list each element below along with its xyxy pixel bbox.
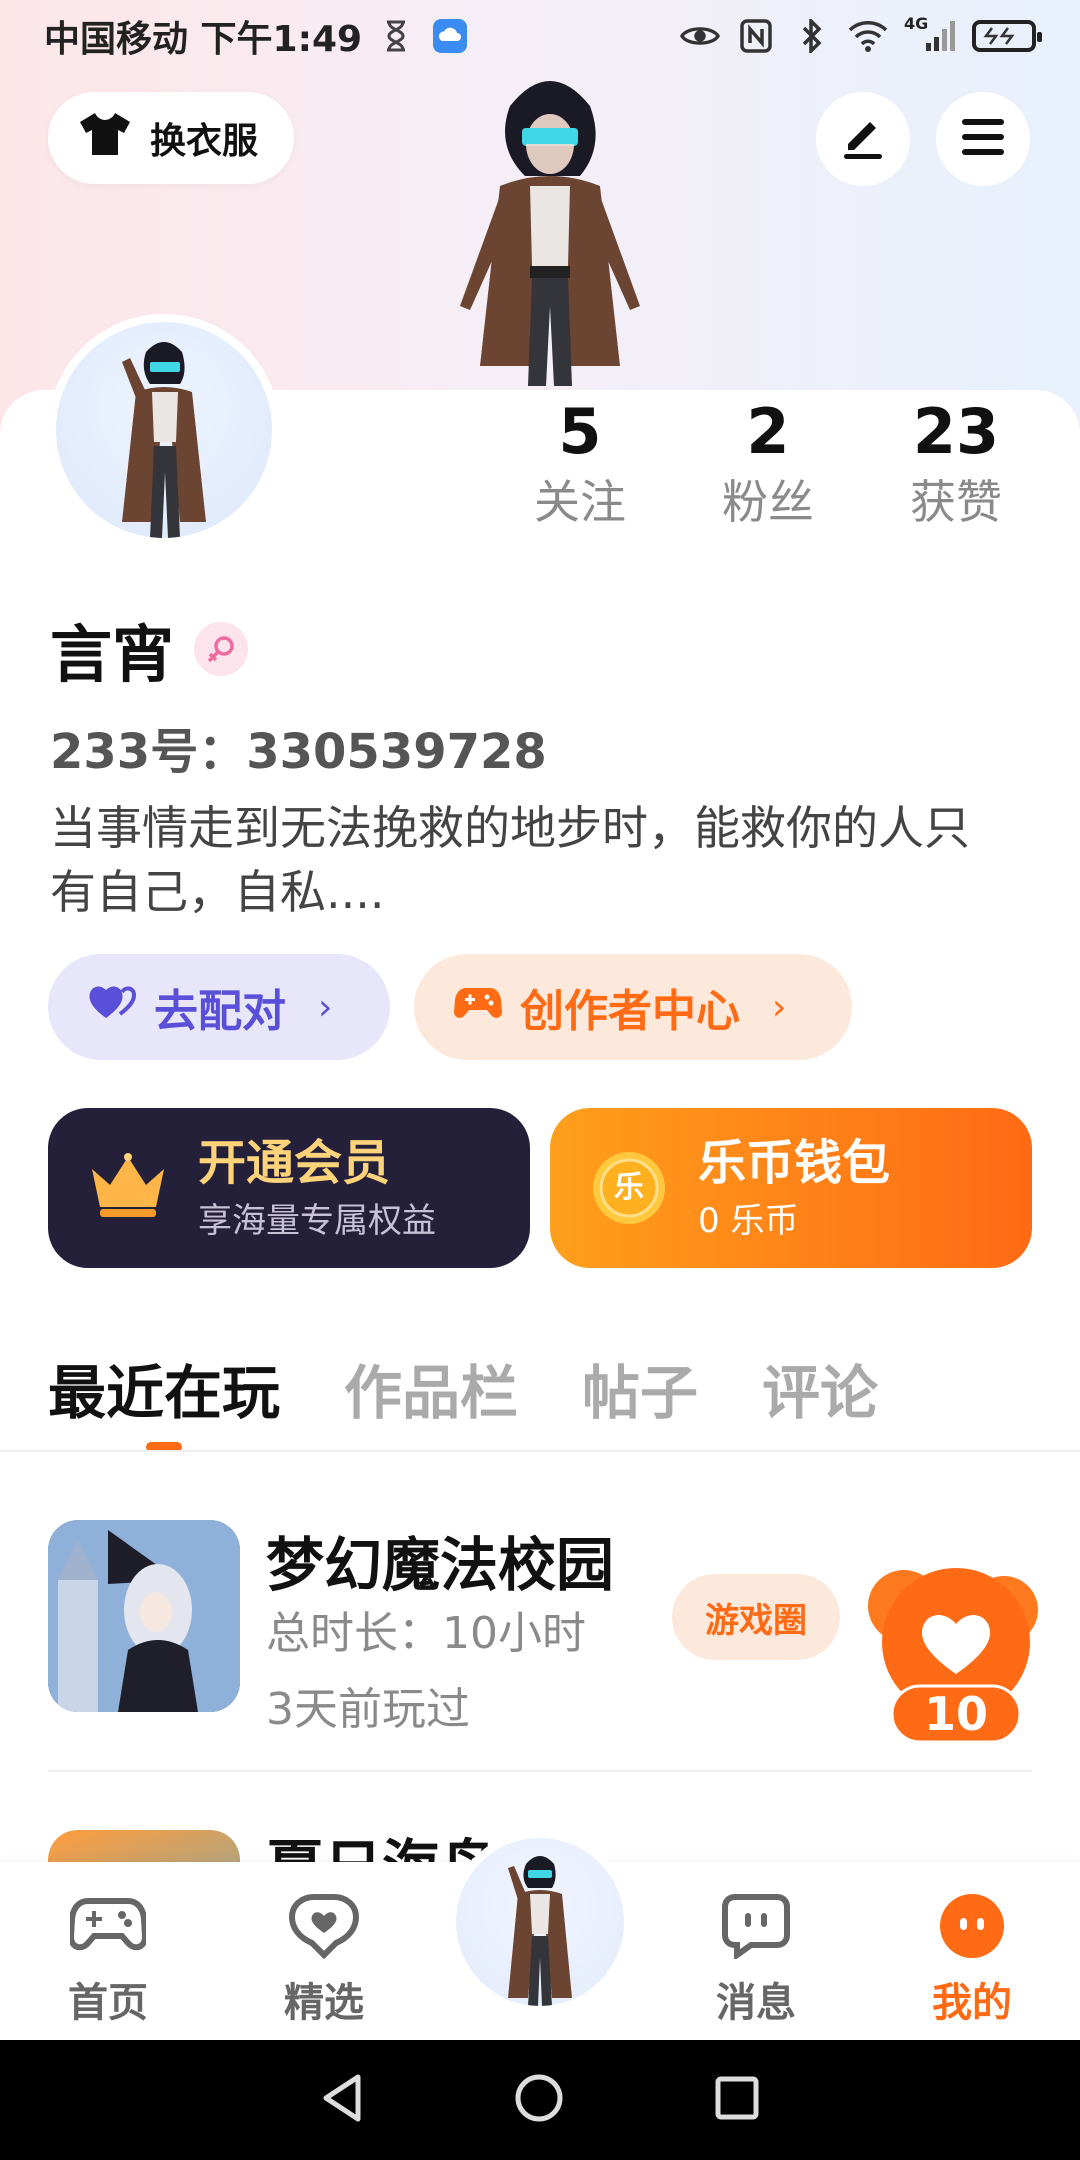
match-label: 去配对 [154,986,286,1037]
vip-membership-card[interactable]: 开通会员 享海量专属权益 [48,1108,530,1268]
signal-icon: 4G [904,14,956,54]
stat-likes[interactable]: 23 获赞 [862,392,1050,532]
nfc-icon [736,18,776,54]
system-navigation-bar [0,2040,1080,2160]
back-icon[interactable] [320,2073,364,2127]
nav-featured-label: 精选 [284,1980,364,2026]
recents-icon[interactable] [714,2075,760,2125]
nav-featured[interactable]: 精选 [254,1888,394,2028]
double-heart-icon [88,982,137,1033]
stat-likes-label: 获赞 [910,475,1002,529]
network-label: 4G [904,14,929,33]
change-outfit-button[interactable]: 换衣服 [48,92,294,184]
pencil-icon [838,114,888,164]
avatar[interactable] [48,314,280,546]
game-thumbnail[interactable] [48,1520,240,1712]
stat-likes-value: 23 [912,395,1000,468]
profile-tabs: 最近在玩 作品栏 帖子 评论 [48,1346,878,1452]
nav-messages[interactable]: 消息 [686,1888,826,2028]
home-icon[interactable] [514,2073,564,2127]
wallet-card[interactable]: 乐 乐币钱包 0 乐币 [550,1108,1032,1268]
row-divider [48,1770,1032,1772]
nav-center-avatar[interactable] [448,1830,632,2014]
like-count: 10 [923,1687,988,1741]
stat-following-value: 5 [558,395,602,468]
nav-home-label: 首页 [68,1980,148,2026]
coin-glyph: 乐 [614,1170,644,1205]
stat-fans-label: 粉丝 [722,475,814,529]
cloud-app-icon [430,18,470,54]
edit-profile-button[interactable] [816,92,910,186]
creator-center-button[interactable]: 创作者中心 › [414,954,852,1060]
heart-chat-icon [254,1888,394,1964]
bluetooth-icon [792,18,832,54]
bio-text[interactable]: 当事情走到无法挽救的地步时，能救你的人只有自己，自私.... [50,796,1010,924]
eye-icon [680,18,720,54]
menu-button[interactable] [936,92,1030,186]
username-row: 言宵 [50,604,249,694]
chevron-right-icon: › [318,986,333,1028]
battery-icon [972,20,1042,52]
wallet-title: 乐币钱包 [698,1135,891,1191]
game-circle-button[interactable]: 游戏圈 [672,1574,840,1660]
tab-works[interactable]: 作品栏 [344,1346,518,1436]
like-button[interactable]: 10 [864,1566,1040,1746]
nav-mine[interactable]: 我的 [902,1888,1042,2028]
chat-bubble-icon [686,1888,826,1964]
stat-following-label: 关注 [534,475,626,529]
nav-messages-label: 消息 [716,1980,796,2026]
game-title: 梦幻魔法校园 [266,1531,615,1599]
vip-title: 开通会员 [198,1135,391,1191]
carrier-time: 中国移动 下午1:49 [44,19,363,60]
stat-following[interactable]: 5 关注 [486,392,674,532]
status-bar: 中国移动 下午1:49 4G [0,0,1080,72]
avatar-3d-figure[interactable] [430,66,670,396]
tshirt-icon [78,111,132,166]
list-item[interactable]: 梦幻魔法校园 总时长：10小时 3天前玩过 游戏圈 10 [48,1518,1038,1744]
stat-fans[interactable]: 2 粉丝 [674,392,862,532]
wallet-balance: 0 乐币 [698,1201,799,1241]
game-meta: 总时长：10小时 3天前玩过 [266,1596,586,1748]
tabs-divider [0,1450,1080,1452]
coin-icon: 乐 [590,1149,668,1227]
nav-home[interactable]: 首页 [38,1888,178,2028]
tab-posts[interactable]: 帖子 [582,1346,698,1436]
game-last-played: 3天前玩过 [266,1684,470,1735]
change-outfit-label: 换衣服 [150,121,259,162]
user-id: 233号：330539728 [50,724,547,780]
vip-subtitle: 享海量专属权益 [198,1201,436,1241]
female-gender-icon [194,622,249,676]
chevron-right-icon: › [772,986,787,1028]
crown-icon [88,1153,168,1223]
tab-recently-played[interactable]: 最近在玩 [48,1346,280,1452]
creator-center-label: 创作者中心 [520,986,740,1037]
game-total-time: 总时长：10小时 [266,1608,586,1659]
profile-stats: 5 关注 2 粉丝 23 获赞 [490,392,1050,532]
stat-fans-value: 2 [746,395,790,468]
tab-comments[interactable]: 评论 [762,1346,878,1436]
face-icon [902,1888,1042,1964]
gamepad-icon [454,982,502,1033]
hourglass-icon [376,18,416,54]
hamburger-icon [960,117,1006,161]
gamepad-icon [38,1888,178,1964]
username: 言宵 [50,618,175,691]
wifi-icon [848,18,888,54]
match-button[interactable]: 去配对 › [48,954,390,1060]
nav-mine-label: 我的 [932,1980,1012,2026]
